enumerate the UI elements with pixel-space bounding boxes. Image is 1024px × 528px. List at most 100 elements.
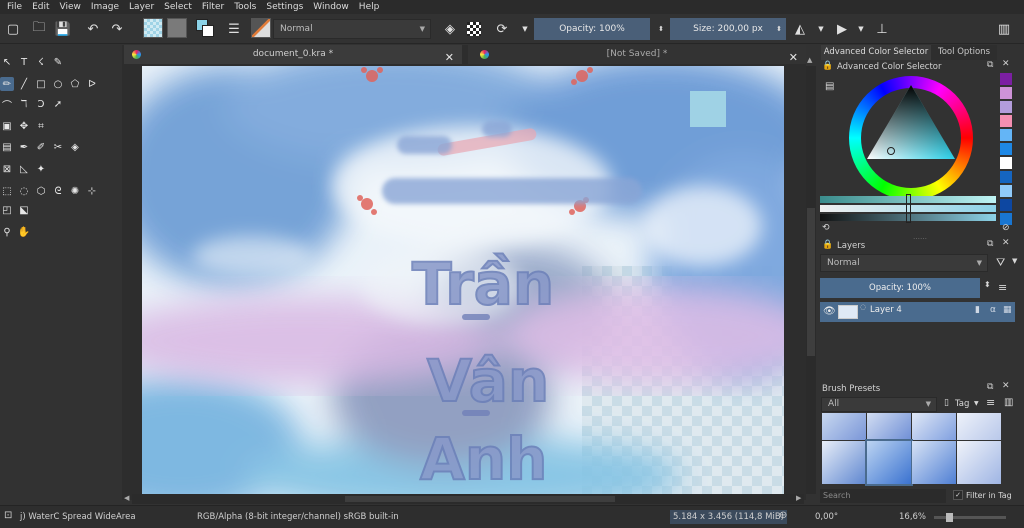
similar-selection-icon[interactable]: ⊹: [85, 184, 99, 198]
reload-menu-arrow-icon[interactable]: ▼: [516, 20, 534, 38]
tag-label[interactable]: Tag: [955, 399, 969, 409]
wrap-around-icon[interactable]: ⊥: [873, 20, 891, 38]
menu-layer[interactable]: Layer: [124, 0, 159, 14]
bezier-selection-icon[interactable]: ◰: [0, 203, 14, 217]
fill-gradient-swatch[interactable]: [143, 18, 163, 38]
mirror-v-menu-arrow-icon[interactable]: ▼: [852, 20, 870, 38]
brush-preset-item[interactable]: [912, 413, 956, 440]
rectangle-tool-icon[interactable]: □: [34, 77, 48, 91]
close-icon[interactable]: ✕: [445, 48, 454, 67]
brush-preset-item[interactable]: [822, 413, 866, 440]
panel-close-icon[interactable]: ✕: [1002, 59, 1010, 69]
status-zoom[interactable]: 16,6%: [899, 512, 926, 522]
brush-search-input[interactable]: Search: [820, 489, 946, 503]
hamburger-menu-icon[interactable]: ≡: [998, 281, 1007, 294]
tag-menu-arrow-icon[interactable]: ▼: [974, 400, 979, 407]
brush-preset-item[interactable]: [957, 413, 1001, 440]
zoom-slider-handle[interactable]: [946, 513, 953, 522]
size-spinner-icon[interactable]: ⬍: [770, 20, 788, 38]
color-selector-settings-icon[interactable]: ▤: [825, 81, 834, 92]
size-slider[interactable]: Size: 200,00 px: [670, 18, 786, 40]
brush-preset-item-selected[interactable]: [865, 439, 913, 486]
scroll-left-arrow-icon[interactable]: ◀: [124, 494, 129, 502]
panel-float-icon[interactable]: ⧉: [987, 60, 993, 70]
undo-icon[interactable]: ↶: [84, 20, 102, 38]
status-rotation[interactable]: 0,00°: [815, 512, 838, 522]
panel-lock-icon[interactable]: 🔒: [822, 240, 833, 250]
color-history-swatch[interactable]: [1000, 115, 1012, 127]
polygon-tool-icon[interactable]: ⬠: [68, 77, 82, 91]
color-history-swatch[interactable]: [1000, 171, 1012, 183]
mirror-horizontal-icon[interactable]: ◭: [791, 20, 809, 38]
layer-blend-mode-select[interactable]: Normal ▼: [820, 254, 988, 272]
background-color-swatch[interactable]: [202, 25, 214, 37]
canvas-painting[interactable]: Trần Vân Anh: [142, 66, 784, 494]
text-tool-icon[interactable]: T: [17, 55, 31, 69]
scroll-up-arrow-icon[interactable]: ▲: [807, 56, 812, 64]
reload-preset-icon[interactable]: ⟳: [493, 20, 511, 38]
calligraphy-tool-icon[interactable]: ✎: [51, 55, 65, 69]
freehand-path-tool-icon[interactable]: ➚: [51, 97, 65, 111]
close-icon[interactable]: ✕: [789, 48, 798, 67]
select-shapes-tool-icon[interactable]: ↖: [0, 55, 14, 69]
color-history-swatch[interactable]: [1000, 101, 1012, 113]
tab-document-0[interactable]: document_0.kra * ✕: [124, 45, 462, 64]
workspace-chooser-icon[interactable]: ▥: [995, 20, 1013, 38]
gradient-tool-icon[interactable]: ▤: [0, 140, 14, 154]
reset-icon[interactable]: ⟲: [822, 223, 830, 233]
measure-tool-icon[interactable]: ◺: [17, 162, 31, 176]
hamburger-menu-icon[interactable]: ≡: [986, 396, 995, 409]
menu-edit[interactable]: Edit: [27, 0, 54, 14]
fill-tool-icon[interactable]: ◈: [68, 140, 82, 154]
filter-menu-arrow-icon[interactable]: ▼: [1012, 257, 1017, 265]
menu-help[interactable]: Help: [354, 0, 385, 14]
blend-mode-select[interactable]: Normal ▼: [273, 19, 431, 39]
redo-icon[interactable]: ↷: [108, 20, 126, 38]
opacity-spinner-icon[interactable]: ⬍: [652, 20, 670, 38]
color-history-swatch[interactable]: [1000, 73, 1012, 85]
color-history-swatch[interactable]: [1000, 199, 1012, 211]
ellipse-tool-icon[interactable]: ○: [51, 77, 65, 91]
tag-icon[interactable]: ▯: [944, 398, 949, 408]
tab-advanced-color-selector[interactable]: Advanced Color Selector: [821, 45, 931, 60]
layer-name[interactable]: Layer 4: [870, 305, 902, 315]
preserve-alpha-icon[interactable]: [467, 22, 481, 36]
color-picker-tool-icon[interactable]: ✒: [17, 140, 31, 154]
layer-opacity-slider[interactable]: Opacity: 100%: [820, 278, 980, 298]
freehand-brush-tool-icon[interactable]: ✏: [0, 77, 14, 91]
inherit-alpha-icon[interactable]: ▦: [1003, 305, 1012, 315]
lock-icon[interactable]: ▮: [975, 305, 980, 315]
dynamic-brush-tool-icon[interactable]: ℸ: [17, 97, 31, 111]
horizontal-scrollbar-thumb[interactable]: [345, 496, 615, 502]
menu-filter[interactable]: Filter: [197, 0, 229, 14]
tab-tool-options[interactable]: Tool Options: [931, 45, 997, 60]
color-history-swatch[interactable]: [1000, 143, 1012, 155]
panel-lock-icon[interactable]: 🔒: [822, 61, 833, 71]
panel-close-icon[interactable]: ✕: [1002, 238, 1010, 248]
color-history-swatch[interactable]: [1000, 87, 1012, 99]
transform-tool-icon[interactable]: ▣: [0, 119, 14, 133]
eraser-icon[interactable]: ◈: [441, 20, 459, 38]
multibrush-tool-icon[interactable]: Ↄ: [34, 97, 48, 111]
save-icon[interactable]: 💾: [54, 20, 72, 38]
rectangular-selection-icon[interactable]: ⬚: [0, 184, 14, 198]
menu-window[interactable]: Window: [308, 0, 354, 14]
pan-tool-icon[interactable]: ✋: [17, 225, 31, 239]
mirror-vertical-icon[interactable]: ▶: [833, 20, 851, 38]
magnetic-selection-icon[interactable]: ⬕: [17, 203, 31, 217]
menu-view[interactable]: View: [55, 0, 86, 14]
edit-shapes-tool-icon[interactable]: ☇: [34, 55, 48, 69]
opacity-slider[interactable]: Opacity: 100%: [534, 18, 650, 40]
brush-filter-select[interactable]: All ▼: [821, 397, 937, 412]
panel-splitter-handle[interactable]: ……: [913, 233, 927, 241]
rotation-dial-icon[interactable]: ⊖: [779, 510, 787, 521]
zoom-slider[interactable]: [934, 513, 1006, 522]
open-document-icon[interactable]: 🗀: [30, 20, 48, 38]
panel-close-icon[interactable]: ✕: [1002, 381, 1010, 391]
freehand-selection-icon[interactable]: ᘓ: [51, 184, 65, 198]
vertical-scrollbar-thumb[interactable]: [807, 208, 815, 356]
panel-float-icon[interactable]: ⧉: [987, 382, 993, 392]
opacity-spinner-icon[interactable]: ⬍: [984, 280, 991, 289]
color-history-swatch[interactable]: [1000, 185, 1012, 197]
zoom-tool-icon[interactable]: ⚲: [0, 225, 14, 239]
